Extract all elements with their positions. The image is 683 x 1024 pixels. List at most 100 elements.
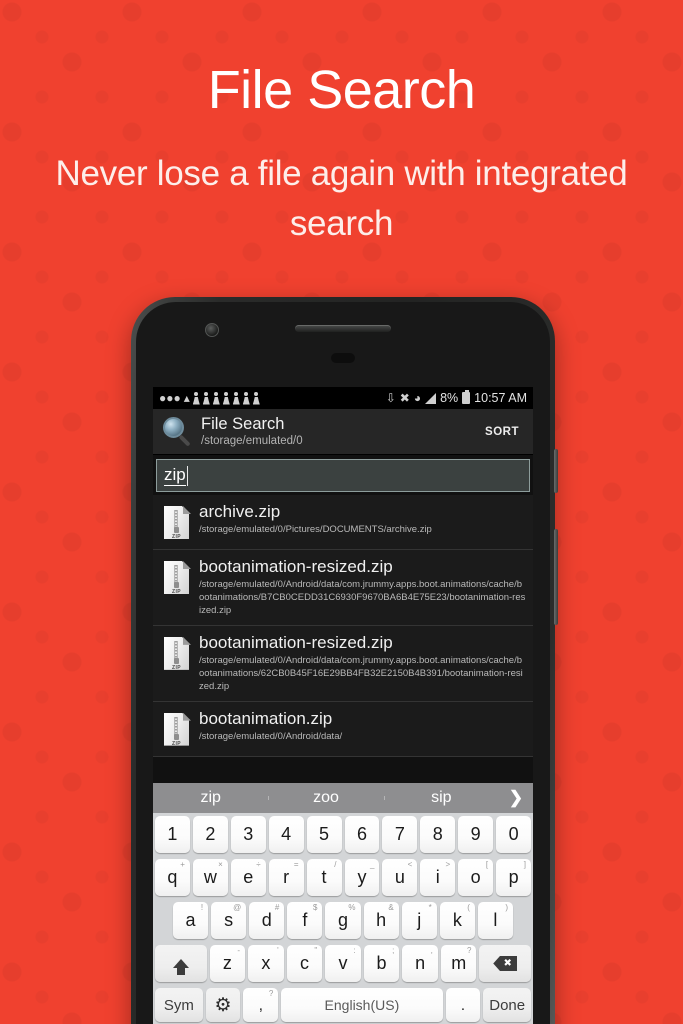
key-j[interactable]: * j [401, 902, 437, 939]
file-details: archive.zip /storage/emulated/0/Pictures… [199, 502, 527, 542]
key-q-label: q [167, 867, 178, 887]
key-p-alt: ] [523, 860, 527, 869]
key-m-label: m [451, 953, 467, 973]
key-7[interactable]: 7 [382, 816, 418, 853]
file-path: /storage/emulated/0/Android/data/com.jru… [199, 579, 526, 617]
key-q[interactable]: + q [154, 859, 190, 896]
table-row[interactable]: ZIP archive.zip /storage/emulated/0/Pict… [153, 495, 533, 550]
sort-button[interactable]: SORT [481, 420, 523, 444]
pawn-icon [223, 391, 230, 405]
key-m[interactable]: ? m [440, 945, 477, 982]
key-o[interactable]: [o [458, 859, 494, 896]
file-results-list[interactable]: ZIP archive.zip /storage/emulated/0/Pict… [153, 495, 533, 757]
done-key[interactable]: Done [483, 988, 531, 1022]
key-a[interactable]: ! a [173, 902, 209, 939]
signal-icon [425, 392, 437, 404]
key-u-alt: < [407, 860, 413, 869]
space-key[interactable]: English(US) [281, 988, 443, 1022]
key-c-label: c [299, 953, 309, 973]
key-5[interactable]: 5 [306, 816, 342, 853]
front-camera-icon [205, 323, 219, 337]
suggestion-0[interactable]: zip [153, 789, 268, 807]
message-icon: ●●● [159, 391, 181, 405]
key-x-label: x [261, 953, 271, 973]
key-x[interactable]: ' x [248, 945, 284, 982]
chevron-right-icon[interactable]: ❯ [499, 788, 533, 808]
key-period[interactable]: . [445, 988, 481, 1022]
key-y[interactable]: _ y [344, 859, 380, 896]
table-row[interactable]: ZIP bootanimation.zip /storage/emulated/… [153, 701, 533, 757]
text-caret [186, 465, 189, 486]
key-w[interactable]: × w [192, 859, 228, 896]
on-screen-keyboard[interactable]: zip zoo sip ❯ 1 2 3 4 5 6 7 8 9 0 + q × w … [153, 783, 533, 1024]
key-6[interactable]: 6 [344, 816, 380, 853]
pawn-icon [193, 391, 200, 405]
key-b-alt: ; [392, 946, 395, 955]
status-system-icons: ⇩ ✖ ◕ 8% 10:57 AM [386, 390, 527, 405]
suggestion-1[interactable]: zoo [268, 789, 383, 807]
key-t[interactable]: / t [306, 859, 342, 896]
key-z-label: z [222, 953, 232, 973]
sym-key[interactable]: Sym [155, 988, 203, 1022]
key-p[interactable]: ] p [496, 859, 532, 896]
volume-button[interactable] [554, 529, 558, 625]
key-f[interactable]: $ f [287, 902, 323, 939]
key-k-label: k [452, 910, 462, 930]
earpiece-speaker [295, 325, 391, 332]
key-e[interactable]: ÷ e [230, 859, 266, 896]
table-row[interactable]: ZIP bootanimation-resized.zip /storage/e… [153, 625, 533, 702]
file-details: bootanimation.zip /storage/emulated/0/An… [199, 709, 527, 749]
zip-file-icon: ZIP [161, 712, 191, 749]
gear-icon[interactable]: ⚙ [205, 988, 241, 1022]
key-k[interactable]: (k [439, 902, 475, 939]
key-n[interactable]: ,n [402, 945, 438, 982]
key-l[interactable]: ) l [477, 902, 513, 939]
key-u[interactable]: < u [382, 859, 418, 896]
key-0[interactable]: 0 [496, 816, 532, 853]
file-path: /storage/emulated/0/Android/data/ [199, 731, 343, 743]
key-d[interactable]: # d [249, 902, 285, 939]
key-a-label: a [185, 910, 196, 930]
file-name: archive.zip [199, 502, 281, 521]
file-name: bootanimation.zip [199, 708, 333, 728]
promo-title: File Search [207, 60, 476, 120]
key-h-label: h [376, 910, 387, 930]
key-p-label: p [508, 867, 519, 887]
file-path: /storage/emulated/0/Android/data/com.jru… [199, 655, 523, 692]
key-3[interactable]: 3 [230, 816, 266, 853]
search-input[interactable]: zip [156, 459, 530, 492]
key-2[interactable]: 2 [192, 816, 228, 853]
keyboard-row-zxcv: -z ' x " c :v ; b ,n ? m ✖ [153, 942, 533, 985]
power-button[interactable] [554, 449, 558, 493]
key-v-alt: : [353, 946, 356, 955]
key-v[interactable]: :v [325, 945, 361, 982]
key-comma-label: , [258, 996, 263, 1014]
table-row[interactable]: ZIP bootanimation-resized.zip /storage/e… [153, 550, 533, 626]
key-t-label: t [321, 867, 327, 887]
key-h[interactable]: & h [363, 902, 399, 939]
key-8[interactable]: 8 [420, 816, 456, 853]
phone-screen: ●●● ▴ ⇩ ✖ ◕ 8% 10:57 AM File Search /sto… [153, 387, 533, 1024]
file-name: bootanimation-resized.zip [199, 557, 393, 576]
key-1[interactable]: 1 [154, 816, 190, 853]
key-b[interactable]: ; b [363, 945, 400, 982]
key-q-alt: + [180, 860, 185, 869]
backspace-icon[interactable]: ✖ [479, 945, 532, 982]
key-comma[interactable]: ?, [243, 988, 279, 1022]
key-4[interactable]: 4 [268, 816, 304, 853]
key-i[interactable]: > i [420, 859, 456, 896]
suggestion-bar[interactable]: zip zoo sip ❯ [153, 783, 533, 813]
key-9[interactable]: 9 [458, 816, 494, 853]
key-c[interactable]: " c [286, 945, 323, 982]
key-r-label: r [283, 867, 290, 887]
key-s[interactable]: @ s [211, 902, 247, 939]
key-r[interactable]: = r [268, 859, 304, 896]
shift-up-icon[interactable] [154, 945, 207, 982]
key-y-label: y [357, 867, 367, 887]
key-g[interactable]: % g [325, 902, 361, 939]
magnifier-icon [163, 416, 193, 447]
suggestion-2[interactable]: sip [383, 789, 499, 807]
key-z[interactable]: -z [209, 945, 246, 982]
keyboard-row-numbers: 1 2 3 4 5 6 7 8 9 0 [153, 813, 533, 856]
key-n-alt: , [430, 946, 433, 955]
